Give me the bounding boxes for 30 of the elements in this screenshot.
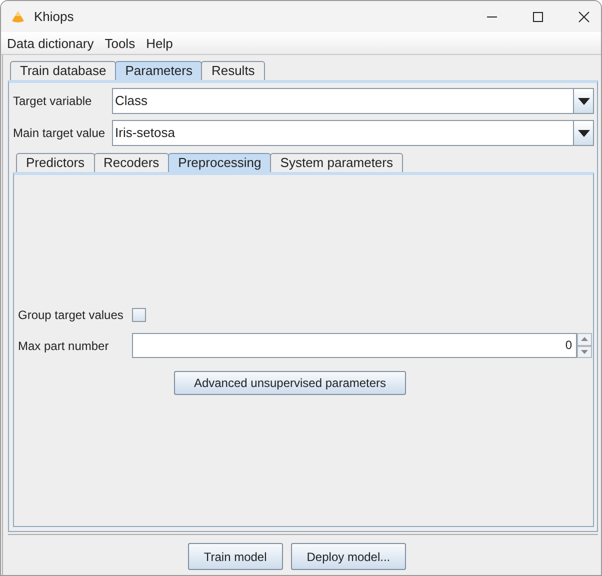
checkbox[interactable] [132,308,146,322]
tab[interactable]: System parameters [270,153,403,172]
field-label: Max part number [18,338,110,352]
maximize-icon[interactable] [532,10,544,22]
advanced-parameters-button[interactable]: Advanced unsupervised parameters [174,371,406,395]
spin-down-button[interactable] [577,346,592,358]
field-label: Main target value [13,126,106,140]
tab[interactable]: Results [201,61,265,80]
action-button[interactable]: Deploy model... [290,543,406,570]
dropdown-arrow-icon [578,98,590,104]
tab[interactable]: Train database [10,61,116,80]
spinner-field[interactable]: 0 [132,333,577,358]
checkbox-label: Group target values [18,308,124,322]
field-label: Target variable [13,94,93,108]
tab[interactable]: Preprocessing [168,153,272,172]
spin-up-button[interactable] [577,333,592,346]
tab[interactable]: Parameters [115,61,202,80]
menu-item[interactable]: Data dictionary [7,36,94,50]
action-button[interactable]: Train model [188,543,283,570]
window-title: Khiops [34,9,74,24]
menu-item[interactable]: Tools [104,36,136,50]
down-arrow-icon [581,350,588,354]
main-target-value-dropdown[interactable]: Iris-setosa [112,120,594,146]
menu-item[interactable]: Help [146,36,173,50]
dropdown-arrow-icon [578,130,590,136]
up-arrow-icon [581,337,588,342]
tab[interactable]: Predictors [16,153,95,172]
app-logo-icon [10,10,26,24]
close-icon[interactable] [578,10,590,22]
target-variable-dropdown[interactable]: Class [112,88,594,114]
